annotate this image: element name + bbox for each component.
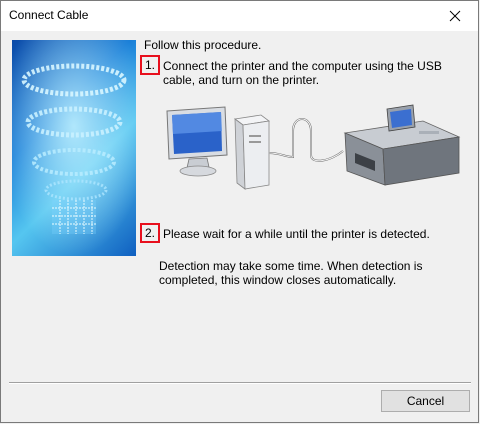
close-icon <box>449 10 461 22</box>
close-button[interactable] <box>432 1 478 31</box>
intro-text: Follow this procedure. <box>144 38 262 52</box>
computer-monitor-icon <box>166 106 228 177</box>
step-1-number: 1. <box>140 55 160 75</box>
window-title: Connect Cable <box>9 8 89 22</box>
detection-note: Detection may take some time. When detec… <box>159 259 423 287</box>
step-2-number: 2. <box>140 223 160 243</box>
side-banner-image <box>12 40 136 256</box>
step-2-text: Please wait for a while until the printe… <box>163 227 430 241</box>
step-1-text: Connect the printer and the computer usi… <box>163 59 442 87</box>
connect-cable-dialog: Connect Cable Follow this procedure. 1. … <box>0 0 479 423</box>
cancel-button[interactable]: Cancel <box>381 390 470 412</box>
printer-icon <box>343 104 461 186</box>
footer-separator <box>9 382 471 384</box>
title-bar: Connect Cable <box>1 1 478 31</box>
computer-printer-illustration <box>166 104 461 190</box>
computer-tower-icon <box>233 114 271 190</box>
